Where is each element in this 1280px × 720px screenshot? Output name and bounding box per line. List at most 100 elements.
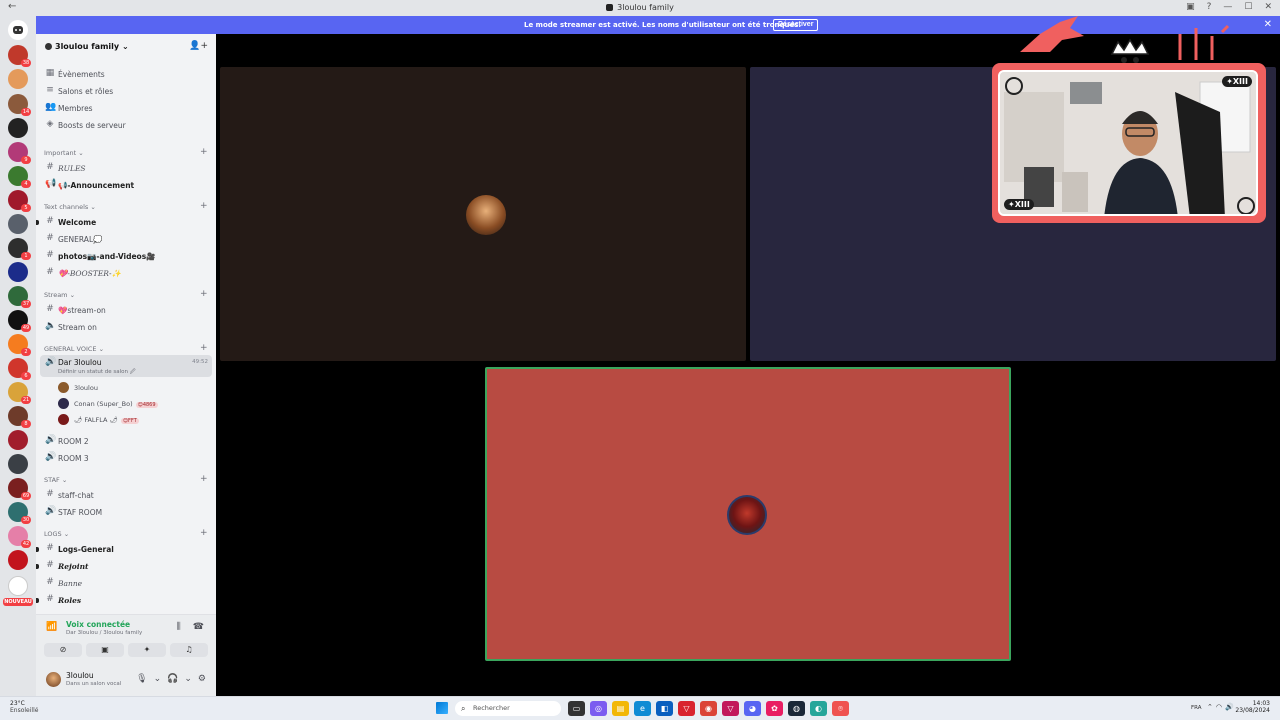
server-icon[interactable]: [8, 454, 28, 474]
volume-icon[interactable]: 🔊: [1225, 703, 1234, 711]
add-channel-icon[interactable]: +: [200, 289, 208, 299]
server-icon[interactable]: 38: [8, 45, 31, 67]
steam-icon[interactable]: ◍: [788, 701, 805, 716]
voice-status[interactable]: Voix connectée: [66, 620, 130, 629]
category-stream[interactable]: Stream ⌄ +: [44, 289, 208, 299]
channel-stream-on-voice[interactable]: 🔈 Stream on: [40, 319, 212, 335]
server-icon[interactable]: 6: [8, 358, 31, 380]
soundboard-button[interactable]: ♫: [170, 643, 208, 657]
camera-off-button[interactable]: ⊘: [44, 643, 82, 657]
channel-stream-on-text[interactable]: # 💖stream-on: [40, 302, 212, 318]
noise-suppression-icon[interactable]: ⫼: [177, 622, 181, 632]
chevron-up-icon[interactable]: ⌃: [1207, 703, 1213, 711]
category-logs[interactable]: LOGS ⌄ +: [44, 528, 208, 538]
server-icon[interactable]: 37: [8, 286, 31, 308]
chrome-icon[interactable]: ◉: [700, 701, 717, 716]
location-pin-icon[interactable]: ⌾: [832, 701, 849, 716]
voice-location[interactable]: Dar 3loulou / 3loulou family: [66, 630, 142, 636]
voice-user[interactable]: Conan (Super_Bo) 😊4869: [58, 397, 208, 411]
server-header[interactable]: 3loulou family ⌄ 👤+: [36, 34, 216, 58]
server-icon[interactable]: 2: [8, 334, 31, 356]
server-icon[interactable]: [8, 69, 28, 89]
taskbar-search[interactable]: ⌕ Rechercher: [455, 701, 561, 716]
copilot-icon[interactable]: ◎: [590, 701, 607, 716]
server-icon[interactable]: 1: [8, 238, 31, 260]
menu-members[interactable]: 👥 Membres: [40, 100, 212, 116]
add-channel-icon[interactable]: +: [200, 201, 208, 211]
channel-rejoint[interactable]: # Rejoint: [36, 558, 212, 574]
channel-booster[interactable]: # 💖-𝐵𝑂𝑂𝑆𝑇𝐸𝑅-✨: [40, 265, 212, 281]
server-icon[interactable]: 14: [8, 94, 31, 116]
microphone-icon[interactable]: 🎙: [136, 674, 147, 684]
app-icon[interactable]: ◐: [810, 701, 827, 716]
clock[interactable]: 14:03 23/08/2024: [1235, 700, 1270, 714]
channel-rules[interactable]: # 𝑅𝑈𝐿𝐸𝑆: [40, 160, 212, 176]
channel-announcement[interactable]: 📢 📢-Announcement: [40, 177, 212, 193]
channel-staf-room[interactable]: 🔊 STAF ROOM: [40, 504, 212, 520]
server-icon[interactable]: 30: [8, 502, 31, 524]
server-icon[interactable]: 42: [8, 526, 31, 548]
browser-icon[interactable]: ▽: [722, 701, 739, 716]
server-icon[interactable]: [8, 576, 28, 596]
participant-tile-speaking[interactable]: [485, 367, 1011, 661]
chevron-down-icon[interactable]: ⌄: [154, 674, 162, 684]
channel-room-2[interactable]: 🔊 ROOM 2: [40, 433, 212, 449]
channel-staff-chat[interactable]: # staff-chat: [40, 487, 212, 503]
add-channel-icon[interactable]: +: [200, 343, 208, 353]
server-icon[interactable]: [8, 214, 28, 234]
menu-server-boosts[interactable]: ◈ Boosts de serveur: [40, 117, 212, 133]
server-icon[interactable]: [8, 550, 28, 570]
server-icon[interactable]: [8, 430, 28, 450]
channel-photos-videos[interactable]: # photos📷-and-Videos🎥: [40, 248, 212, 264]
wifi-icon[interactable]: ◠: [1216, 703, 1222, 711]
app-icon[interactable]: ✿: [766, 701, 783, 716]
server-icon[interactable]: 8: [8, 406, 31, 428]
store-icon[interactable]: ◧: [656, 701, 673, 716]
add-channel-icon[interactable]: +: [200, 528, 208, 538]
category-general-voice[interactable]: GENERAL VOICE ⌄ +: [44, 343, 208, 353]
screen-share-button[interactable]: ▣: [86, 643, 124, 657]
channel-status[interactable]: Définir un statut de salon 🖉: [58, 368, 136, 377]
invite-icon[interactable]: 👤+: [189, 41, 208, 51]
disable-streamer-mode-button[interactable]: Désactiver: [773, 19, 819, 31]
weather-widget[interactable]: 23°C Ensoleillé: [10, 700, 38, 714]
channel-dar-3loulou[interactable]: 🔊 Dar 3loulou Définir un statut de salon…: [40, 355, 212, 377]
brave-icon[interactable]: ▽: [678, 701, 695, 716]
start-button[interactable]: [436, 702, 448, 714]
avatar[interactable]: [46, 672, 61, 687]
participant-tile[interactable]: [220, 67, 746, 361]
disconnect-icon[interactable]: ☎: [193, 622, 204, 632]
voice-user[interactable]: 3loulou: [58, 381, 208, 395]
file-explorer-icon[interactable]: ▤: [612, 701, 629, 716]
edge-icon[interactable]: e: [634, 701, 651, 716]
voice-user[interactable]: 🌶 FALFLA 🌶 😊FFT: [58, 413, 208, 427]
server-icon[interactable]: 69: [8, 478, 31, 500]
category-important[interactable]: Important ⌄ +: [44, 147, 208, 157]
server-icon[interactable]: 9: [8, 142, 31, 164]
chevron-down-icon[interactable]: ⌄: [184, 674, 192, 684]
activity-button[interactable]: ✦: [128, 643, 166, 657]
home-discord-icon[interactable]: [8, 20, 28, 40]
server-icon[interactable]: 49: [8, 310, 31, 332]
channel-room-3[interactable]: 🔊 ROOM 3: [40, 450, 212, 466]
server-icon[interactable]: [8, 262, 28, 282]
settings-gear-icon[interactable]: ⚙: [198, 674, 206, 684]
menu-events[interactable]: ▦ Évènements: [40, 66, 212, 82]
server-icon[interactable]: [8, 118, 28, 138]
menu-channels-roles[interactable]: ≡ Salons et rôles: [40, 83, 212, 99]
channel-general[interactable]: # GENERAL💭: [40, 231, 212, 247]
discord-icon[interactable]: ◕: [744, 701, 761, 716]
server-icon[interactable]: 21: [8, 382, 31, 404]
channel-logs-general[interactable]: # Logs-General: [36, 541, 212, 557]
channel-welcome[interactable]: # Welcome: [36, 214, 212, 230]
server-icon[interactable]: 4: [8, 166, 31, 188]
signal-icon[interactable]: 📶: [46, 622, 58, 634]
channel-roles[interactable]: # Roles: [36, 592, 212, 608]
add-channel-icon[interactable]: +: [200, 147, 208, 157]
add-channel-icon[interactable]: +: [200, 474, 208, 484]
category-text-channels[interactable]: Text channels ⌄ +: [44, 201, 208, 211]
category-staf[interactable]: STAF ⌄ +: [44, 474, 208, 484]
task-view-icon[interactable]: ▭: [568, 701, 585, 716]
channel-banne[interactable]: # Banne: [40, 575, 212, 591]
language-indicator[interactable]: FRA: [1191, 705, 1202, 711]
